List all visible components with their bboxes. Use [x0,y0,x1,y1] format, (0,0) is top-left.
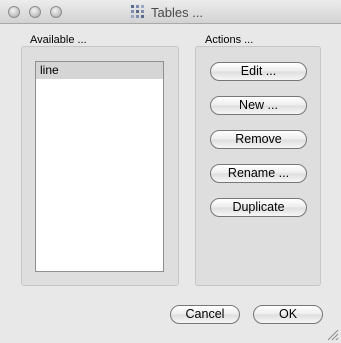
list-item[interactable]: line [36,62,163,79]
title-bar[interactable]: Tables ... [0,0,341,24]
zoom-window-button[interactable] [50,6,62,18]
minimize-window-button[interactable] [29,6,41,18]
table-grid-icon [131,5,144,18]
window-title-group: Tables ... [130,4,203,20]
remove-button[interactable]: Remove [210,130,307,149]
available-label: Available ... [30,34,87,46]
cancel-button[interactable]: Cancel [170,305,240,324]
window-title: Tables ... [151,4,204,20]
edit-button[interactable]: Edit ... [210,62,307,81]
new-button[interactable]: New ... [210,96,307,115]
close-window-button[interactable] [8,6,20,18]
ok-button[interactable]: OK [253,305,323,324]
resize-grip-icon[interactable] [325,327,339,341]
actions-label: Actions ... [205,34,254,46]
duplicate-button[interactable]: Duplicate [210,198,307,217]
tables-list[interactable]: line [35,61,164,272]
rename-button[interactable]: Rename ... [210,164,307,183]
